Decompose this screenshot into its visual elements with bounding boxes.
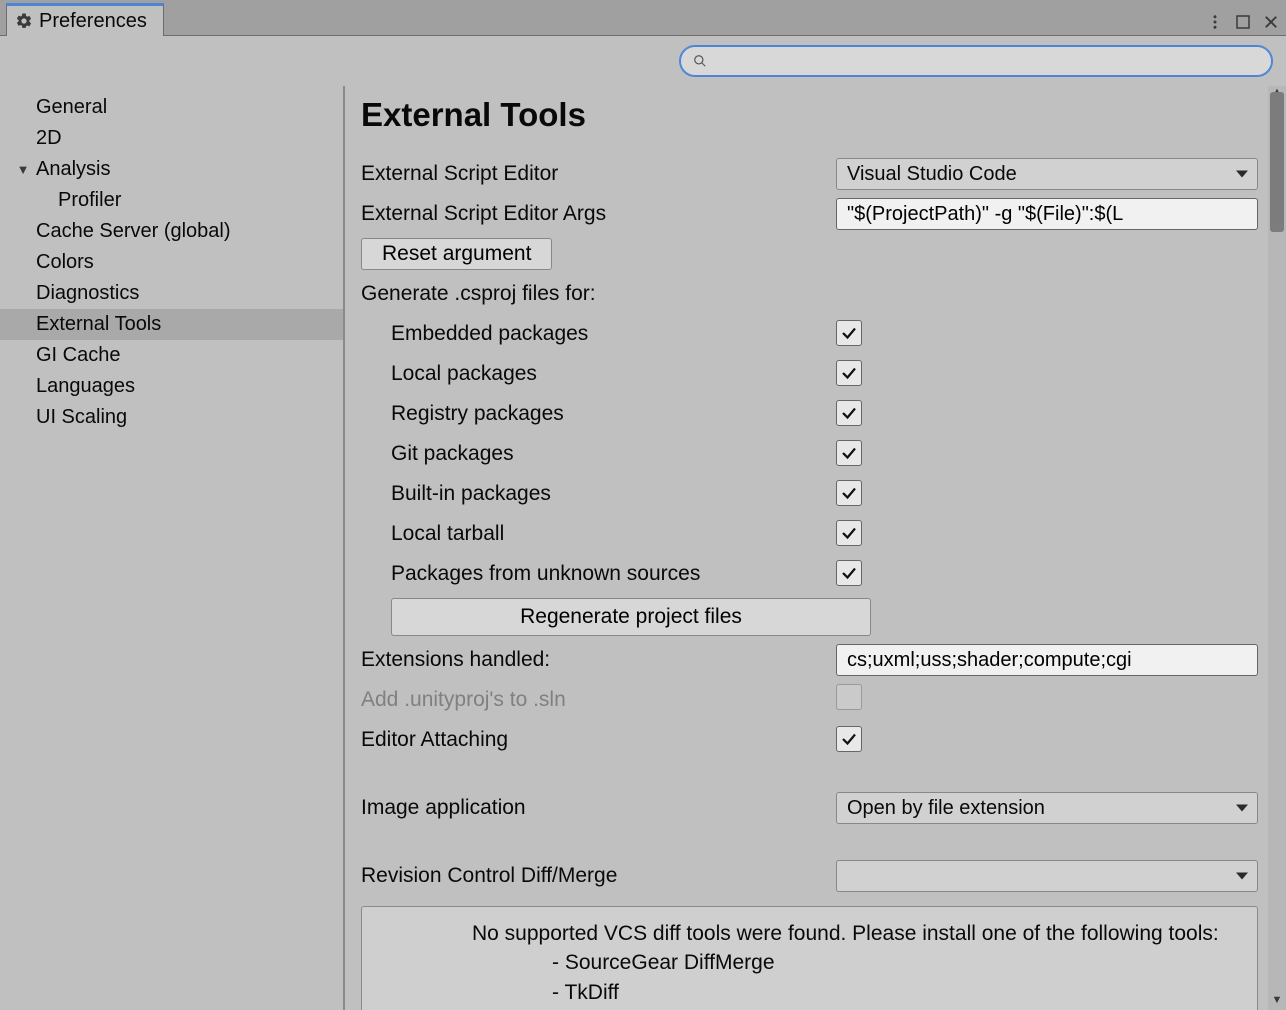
sidebar-item-colors[interactable]: Colors — [0, 247, 343, 278]
csproj-unknown-checkbox[interactable] — [836, 560, 862, 586]
add-unityproj-label: Add .unityproj's to .sln — [361, 688, 836, 712]
helpbox-line-0: No supported VCS diff tools were found. … — [472, 919, 1241, 948]
helpbox-line-1: - SourceGear DiffMerge — [472, 948, 1241, 977]
close-icon[interactable] — [1262, 13, 1280, 31]
kebab-icon[interactable] — [1206, 13, 1224, 31]
external-script-editor-args-label: External Script Editor Args — [361, 202, 836, 226]
csproj-registry-checkbox[interactable] — [836, 400, 862, 426]
sidebar-item-diagnostics[interactable]: Diagnostics — [0, 278, 343, 309]
revision-control-label: Revision Control Diff/Merge — [361, 864, 836, 888]
extensions-handled-input[interactable] — [836, 644, 1258, 676]
csproj-local-checkbox[interactable] — [836, 360, 862, 386]
sidebar-item-gi-cache[interactable]: GI Cache — [0, 340, 343, 371]
csproj-local-label: Local packages — [361, 362, 836, 386]
vcs-helpbox: No supported VCS diff tools were found. … — [361, 906, 1258, 1010]
regenerate-project-files-button[interactable]: Regenerate project files — [391, 598, 871, 636]
extensions-handled-label: Extensions handled: — [361, 648, 836, 672]
gear-icon — [15, 12, 33, 30]
chevron-down-icon: ▼ — [14, 162, 32, 177]
csproj-tarball-label: Local tarball — [361, 522, 836, 546]
add-unityproj-checkbox — [836, 684, 862, 710]
sidebar-item-cache-server[interactable]: Cache Server (global) — [0, 216, 343, 247]
external-script-editor-args-input[interactable] — [836, 198, 1258, 230]
image-application-label: Image application — [361, 796, 836, 820]
sidebar: General 2D ▼Analysis Profiler Cache Serv… — [0, 86, 345, 1010]
sidebar-item-analysis[interactable]: ▼Analysis — [0, 154, 343, 185]
csproj-embedded-label: Embedded packages — [361, 322, 836, 346]
external-script-editor-label: External Script Editor — [361, 162, 836, 186]
tab-title: Preferences — [39, 10, 147, 33]
sidebar-item-external-tools[interactable]: External Tools — [0, 309, 343, 340]
search-box[interactable] — [680, 46, 1272, 76]
maximize-icon[interactable] — [1234, 13, 1252, 31]
preferences-tab[interactable]: Preferences — [6, 3, 164, 36]
page-title: External Tools — [361, 96, 1258, 134]
search-input[interactable] — [715, 51, 1259, 72]
csproj-git-checkbox[interactable] — [836, 440, 862, 466]
search-row — [0, 36, 1286, 86]
scroll-down-icon[interactable]: ▼ — [1268, 994, 1286, 1010]
external-script-editor-dropdown[interactable]: Visual Studio Code — [836, 158, 1258, 190]
sidebar-item-ui-scaling[interactable]: UI Scaling — [0, 402, 343, 433]
reset-argument-button[interactable]: Reset argument — [361, 238, 552, 270]
helpbox-line-2: - TkDiff — [472, 978, 1241, 1007]
sidebar-item-languages[interactable]: Languages — [0, 371, 343, 402]
editor-attaching-label: Editor Attaching — [361, 728, 836, 752]
csproj-unknown-label: Packages from unknown sources — [361, 562, 836, 586]
search-icon — [693, 54, 707, 68]
csproj-embedded-checkbox[interactable] — [836, 320, 862, 346]
sidebar-item-2d[interactable]: 2D — [0, 123, 343, 154]
csproj-builtin-label: Built-in packages — [361, 482, 836, 506]
content-scrollbar[interactable]: ▲ ▼ — [1268, 86, 1286, 1010]
sidebar-item-general[interactable]: General — [0, 92, 343, 123]
scroll-thumb[interactable] — [1270, 92, 1284, 232]
generate-csproj-label: Generate .csproj files for: — [361, 278, 1258, 310]
sidebar-item-profiler[interactable]: Profiler — [0, 185, 343, 216]
editor-attaching-checkbox[interactable] — [836, 726, 862, 752]
image-application-dropdown[interactable]: Open by file extension — [836, 792, 1258, 824]
csproj-builtin-checkbox[interactable] — [836, 480, 862, 506]
csproj-git-label: Git packages — [361, 442, 836, 466]
titlebar: Preferences — [0, 0, 1286, 36]
revision-control-dropdown[interactable] — [836, 860, 1258, 892]
csproj-tarball-checkbox[interactable] — [836, 520, 862, 546]
csproj-registry-label: Registry packages — [361, 402, 836, 426]
